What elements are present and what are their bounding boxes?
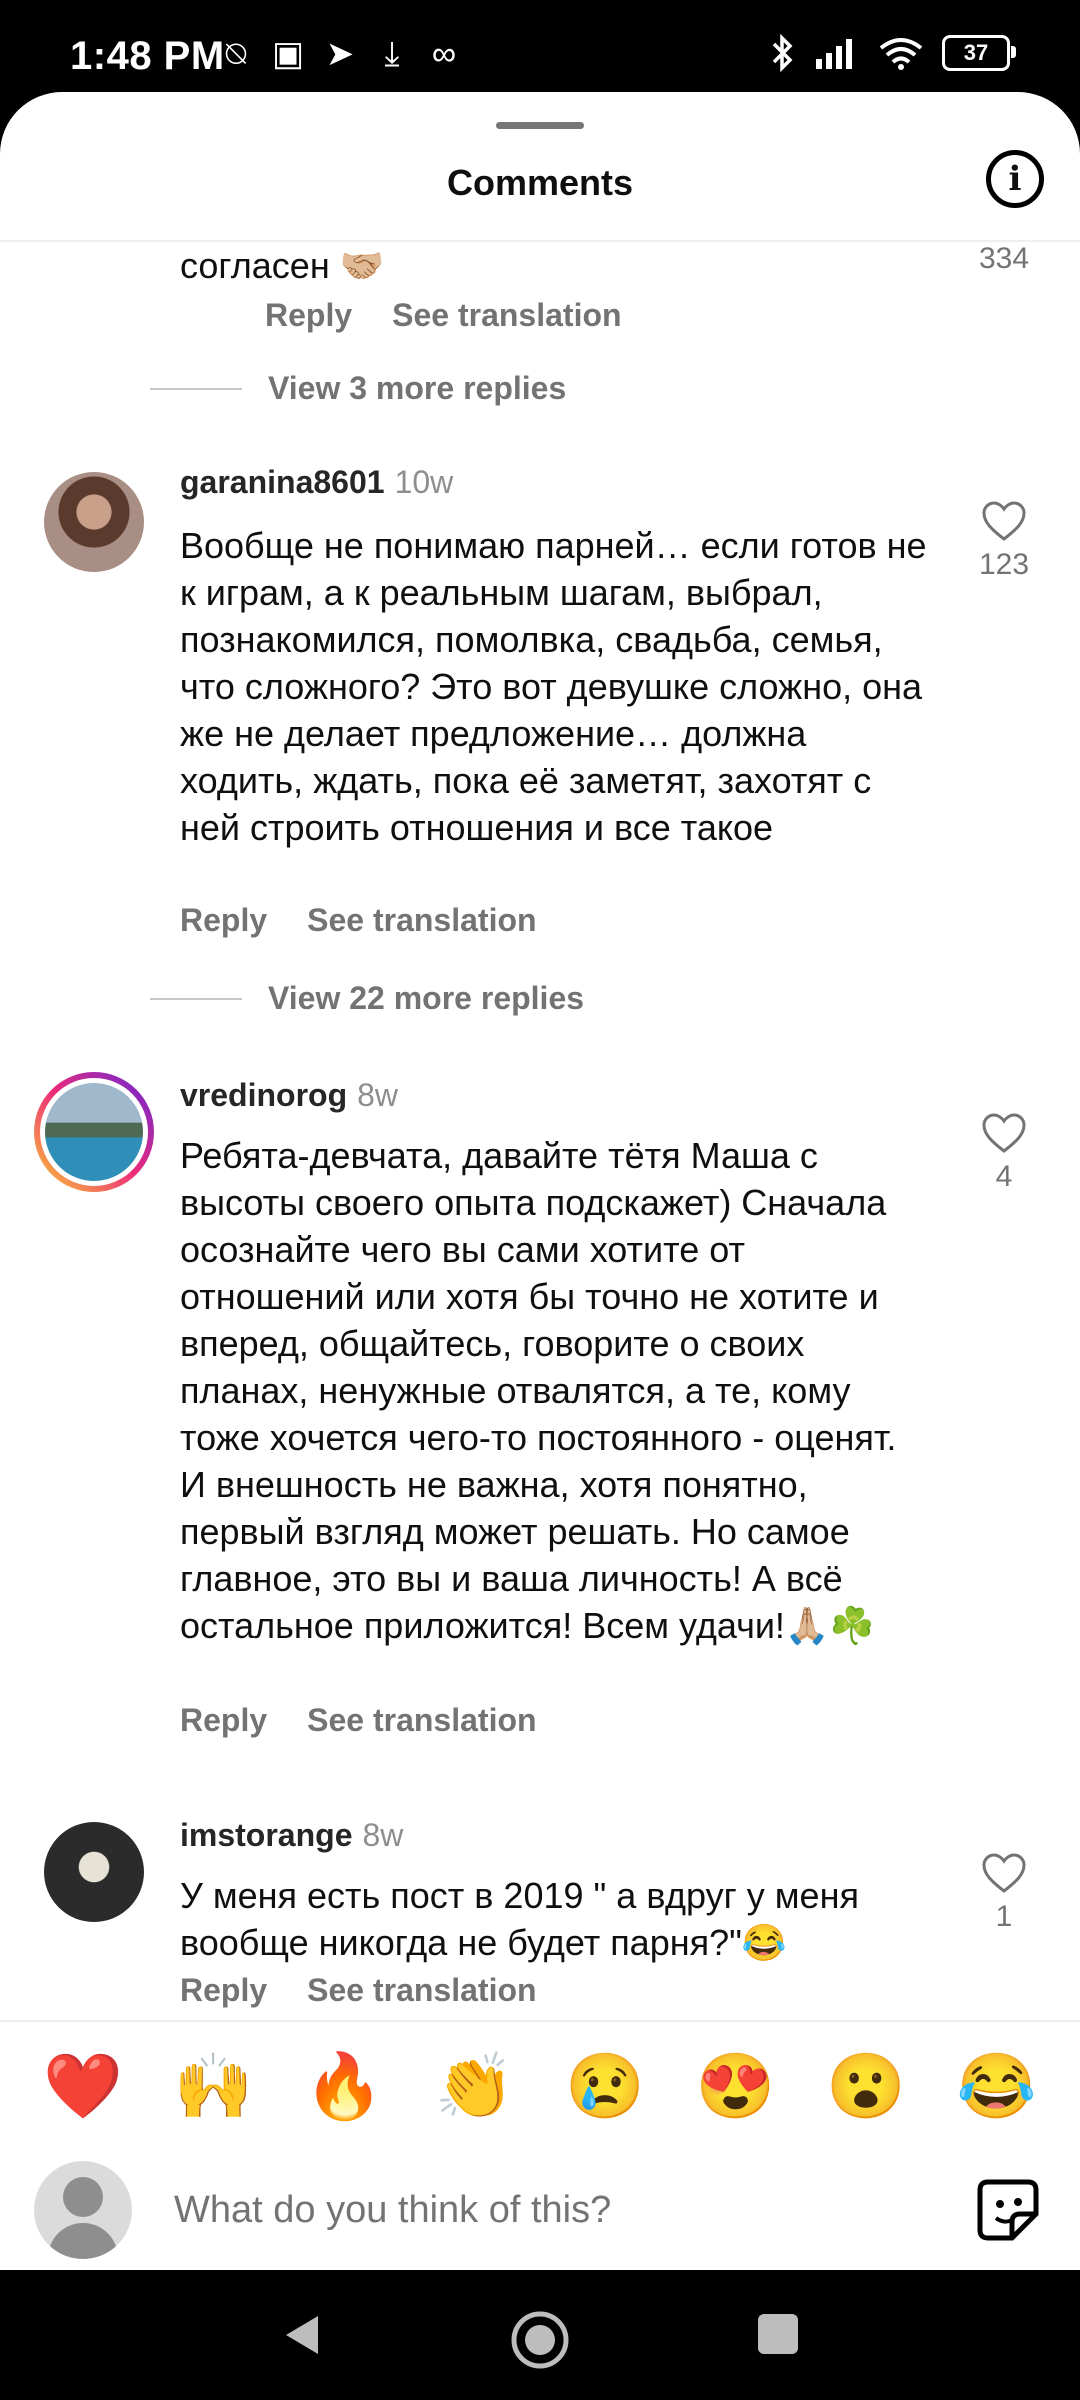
view-more-replies[interactable]: View 22 more replies bbox=[150, 980, 584, 1017]
comment-text: У меня есть пост в 2019 " а вдруг у меня… bbox=[180, 1875, 859, 1963]
username-text[interactable]: vredinorog bbox=[180, 1077, 347, 1113]
emoji-clapping[interactable]: 👏 bbox=[435, 2049, 515, 2124]
recent-apps-icon[interactable] bbox=[758, 2314, 798, 2354]
view-more-replies[interactable]: View 3 more replies bbox=[150, 370, 566, 407]
emoji-surprised[interactable]: 😮 bbox=[826, 2049, 906, 2124]
emoji-fire[interactable]: 🔥 bbox=[304, 2049, 384, 2124]
thread-line bbox=[150, 387, 242, 390]
avatar[interactable] bbox=[44, 472, 144, 572]
comment-input-row bbox=[0, 2150, 1080, 2270]
reply-button[interactable]: Reply bbox=[180, 1702, 267, 1739]
comment-text: согласен 🤝🏼 bbox=[180, 245, 385, 286]
comment-text: Вообще не понимаю парней… если готов не … bbox=[180, 525, 927, 848]
comment-time: 10w bbox=[394, 464, 454, 500]
battery-icon: 37 bbox=[942, 35, 1016, 71]
heart-icon bbox=[982, 1853, 1026, 1893]
comment-actions: Reply See translation bbox=[180, 1702, 537, 1739]
info-icon: i bbox=[1008, 159, 1022, 199]
notification-icons: ⍉ ▣ ➤ ⤓ ∞ bbox=[218, 34, 462, 74]
system-icons: 37 bbox=[770, 34, 1016, 72]
like-count: 334 bbox=[978, 242, 1030, 275]
home-icon[interactable] bbox=[508, 2308, 572, 2372]
thread-line bbox=[150, 997, 242, 1000]
like-count-container: 334 bbox=[964, 242, 1044, 276]
emoji-heart[interactable]: ❤️ bbox=[43, 2049, 123, 2124]
see-translation-button[interactable]: See translation bbox=[307, 902, 536, 939]
see-translation-button[interactable]: See translation bbox=[307, 1702, 536, 1739]
emoji-heart-eyes[interactable]: 😍 bbox=[696, 2049, 776, 2124]
heart-icon bbox=[982, 501, 1026, 541]
sheet-title: Comments bbox=[446, 162, 634, 203]
info-button[interactable]: i bbox=[986, 150, 1044, 208]
drag-handle[interactable] bbox=[496, 122, 584, 129]
infinity-icon: ∞ bbox=[431, 34, 457, 73]
like-count: 4 bbox=[995, 1160, 1013, 1193]
emoji-raised-hands[interactable]: 🙌 bbox=[174, 2049, 254, 2124]
wifi-icon bbox=[879, 38, 923, 70]
username-text[interactable]: garanina8601 bbox=[180, 464, 385, 500]
like-count: 1 bbox=[995, 1900, 1013, 1933]
story-ring-avatar[interactable] bbox=[34, 1072, 154, 1192]
heart-icon bbox=[982, 1113, 1026, 1153]
sticker-icon bbox=[977, 2179, 1039, 2241]
back-icon[interactable] bbox=[280, 2312, 322, 2358]
like-button[interactable]: 1 bbox=[964, 1852, 1044, 1934]
comment-actions: Reply See translation bbox=[265, 297, 622, 334]
comment-actions: Reply See translation bbox=[180, 902, 537, 939]
see-translation-button[interactable]: See translation bbox=[392, 297, 621, 334]
status-time: 1:48 PM bbox=[70, 34, 225, 78]
view-more-label: View 3 more replies bbox=[268, 370, 567, 406]
download-done-icon: ⤓ bbox=[384, 34, 400, 73]
telegram-icon: ➤ bbox=[325, 35, 355, 73]
comments-sheet: Comments i согласен 🤝🏼 334 Reply See tra… bbox=[0, 92, 1080, 2270]
like-count: 123 bbox=[978, 548, 1030, 581]
comment-input[interactable] bbox=[172, 2187, 956, 2233]
bluetooth-icon bbox=[772, 34, 793, 72]
comment-actions: Reply See translation bbox=[180, 1972, 537, 2009]
reply-button[interactable]: Reply bbox=[180, 1972, 267, 2009]
navigation-bar bbox=[0, 2270, 1080, 2400]
like-button[interactable]: 4 bbox=[964, 1112, 1044, 1194]
nfc-icon: ▣ bbox=[271, 35, 305, 73]
username-text[interactable]: imstorange bbox=[180, 1817, 352, 1853]
comment-time: 8w bbox=[357, 1077, 399, 1113]
see-translation-button[interactable]: See translation bbox=[307, 1972, 536, 2009]
comment-username[interactable]: garanina8601 10w bbox=[180, 464, 453, 501]
comments-list[interactable]: согласен 🤝🏼 334 Reply See translation Vi… bbox=[0, 242, 1080, 2112]
emoji-quick-bar: ❤️ 🙌 🔥 👏 😢 😍 😮 😂 bbox=[0, 2020, 1080, 2150]
comment-time: 8w bbox=[362, 1817, 404, 1853]
signal-icon bbox=[816, 39, 852, 69]
sticker-button[interactable] bbox=[976, 2178, 1040, 2247]
my-avatar bbox=[34, 2161, 132, 2259]
reply-button[interactable]: Reply bbox=[265, 297, 352, 334]
comment-username[interactable]: vredinorog 8w bbox=[180, 1077, 398, 1114]
reply-button[interactable]: Reply bbox=[180, 902, 267, 939]
emoji-laughing[interactable]: 😂 bbox=[957, 2049, 1037, 2124]
avatar[interactable] bbox=[44, 1822, 144, 1922]
like-button[interactable]: 123 bbox=[964, 500, 1044, 582]
view-more-label: View 22 more replies bbox=[268, 980, 585, 1016]
emoji-crying[interactable]: 😢 bbox=[565, 2049, 645, 2124]
comment-username[interactable]: imstorange 8w bbox=[180, 1817, 403, 1854]
comment-text: Ребята-девчата, давайте тётя Маша с высо… bbox=[180, 1135, 897, 1646]
dnd-off-icon: ⍉ bbox=[225, 34, 247, 73]
